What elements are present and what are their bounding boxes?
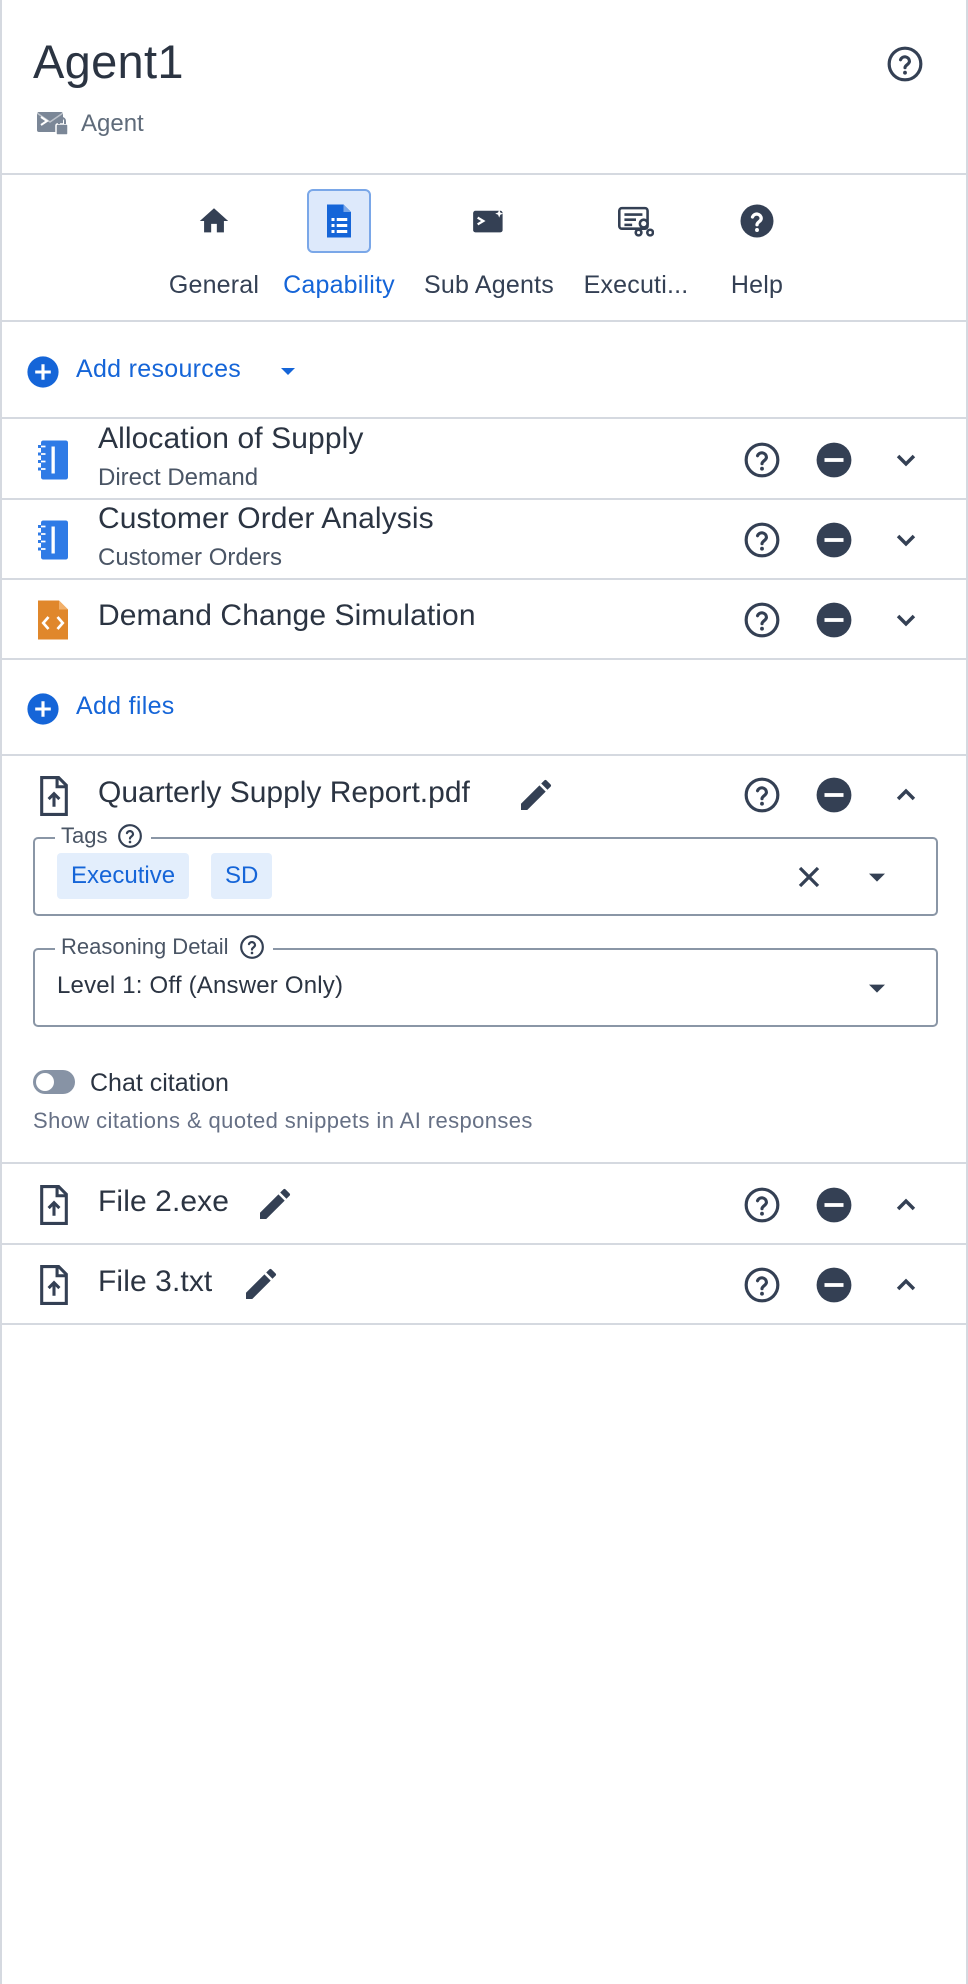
tab-help[interactable]: Help [692, 189, 822, 309]
file-item-expanded: Quarterly Supply Report.pdf Tags Executi… [2, 756, 966, 1164]
tab-general[interactable]: General [149, 189, 279, 309]
add-resources-label: Add resources [76, 355, 242, 383]
help-filled-icon [739, 203, 775, 239]
agent-icon [472, 207, 506, 235]
file-upload-icon [38, 776, 70, 816]
document-list-icon [324, 203, 354, 239]
resource-title: Allocation of Supply [98, 422, 364, 455]
resource-title: Demand Change Simulation [98, 599, 476, 632]
tab-execution[interactable]: Executi... [571, 189, 701, 309]
home-icon [197, 204, 231, 238]
file-row[interactable]: File 2.exe [2, 1165, 966, 1245]
code-file-icon [36, 599, 70, 641]
tab-label: Sub Agents [424, 271, 554, 299]
resource-row[interactable]: Demand Change Simulation [2, 580, 966, 660]
help-circle-icon[interactable] [239, 934, 265, 960]
chevron-down-icon[interactable] [887, 441, 925, 479]
execution-icon [618, 205, 654, 237]
reasoning-detail-select[interactable]: Reasoning Detail Level 1: Off (Answer On… [33, 934, 938, 1027]
add-files-button[interactable]: Add files [2, 660, 966, 756]
add-circle-icon [26, 355, 60, 389]
tab-label: Capability [283, 271, 395, 299]
file-upload-icon [38, 1265, 70, 1305]
tab-label: Help [730, 271, 784, 299]
page-subtitle: Agent [81, 110, 144, 137]
reasoning-label: Reasoning Detail [61, 934, 229, 959]
tab-sub-agents[interactable]: Sub Agents [424, 189, 554, 309]
chevron-up-icon[interactable] [887, 776, 925, 814]
file-row[interactable]: File 3.txt [2, 1245, 966, 1325]
tags-field[interactable]: Tags Executive SD [33, 823, 938, 916]
chevron-down-icon[interactable] [887, 521, 925, 559]
notebook-icon [36, 439, 70, 481]
chat-citation-label: Chat citation [90, 1069, 229, 1097]
chevron-down-icon[interactable] [887, 601, 925, 639]
tab-bar: General Capability Sub Agents Executi...… [2, 177, 966, 322]
page-title: Agent1 [33, 35, 184, 88]
help-circle-icon[interactable] [743, 441, 781, 479]
edit-icon[interactable] [241, 1264, 281, 1304]
chat-citation-toggle[interactable] [33, 1070, 75, 1094]
help-circle-icon[interactable] [743, 1186, 781, 1224]
chevron-up-icon[interactable] [887, 1266, 925, 1304]
reasoning-value: Level 1: Off (Answer Only) [57, 972, 344, 999]
add-circle-icon [26, 692, 60, 726]
notebook-icon [36, 519, 70, 561]
resource-subtitle: Direct Demand [98, 464, 259, 491]
chevron-down-icon[interactable] [861, 972, 893, 1004]
remove-icon[interactable] [815, 441, 853, 479]
resource-subtitle: Customer Orders [98, 544, 283, 571]
panel-header: Agent1 Agent [2, 0, 966, 175]
tag-chip[interactable]: Executive [57, 853, 190, 899]
chat-citation-description: Show citations & quoted snippets in AI r… [33, 1108, 533, 1133]
add-resources-button[interactable]: Add resources [2, 323, 966, 419]
remove-icon[interactable] [815, 1266, 853, 1304]
agent-icon [36, 109, 70, 139]
tags-legend: Tags [55, 823, 152, 849]
reasoning-legend: Reasoning Detail [55, 934, 273, 960]
tags-label: Tags [61, 823, 108, 848]
help-circle-icon[interactable] [117, 823, 143, 849]
resource-title: Customer Order Analysis [98, 502, 434, 535]
edit-icon[interactable] [255, 1184, 295, 1224]
remove-icon[interactable] [815, 601, 853, 639]
file-upload-icon [38, 1185, 70, 1225]
help-circle-icon[interactable] [743, 1266, 781, 1304]
tag-chip[interactable]: SD [211, 853, 273, 899]
help-circle-icon[interactable] [743, 521, 781, 559]
resource-row[interactable]: Allocation of Supply Direct Demand [2, 420, 966, 500]
tab-label: General [168, 271, 260, 299]
clear-icon[interactable] [791, 859, 827, 895]
agent-panel: Agent1 Agent General Capability Sub Agen… [0, 0, 968, 1984]
remove-icon[interactable] [815, 1186, 853, 1224]
tab-capability[interactable]: Capability [274, 189, 404, 309]
chevron-down-icon[interactable] [276, 359, 300, 383]
file-name: Quarterly Supply Report.pdf [98, 776, 470, 809]
file-name: File 2.exe [98, 1185, 230, 1218]
resource-row[interactable]: Customer Order Analysis Customer Orders [2, 500, 966, 580]
help-circle-icon[interactable] [743, 776, 781, 814]
chevron-up-icon[interactable] [887, 1186, 925, 1224]
help-circle-icon[interactable] [743, 601, 781, 639]
remove-icon[interactable] [815, 521, 853, 559]
edit-icon[interactable] [516, 775, 556, 815]
chevron-down-icon[interactable] [861, 861, 893, 893]
tab-label: Executi... [583, 271, 689, 299]
remove-icon[interactable] [815, 776, 853, 814]
help-circle-icon[interactable] [886, 45, 924, 83]
add-files-label: Add files [76, 692, 175, 720]
file-name: File 3.txt [98, 1265, 213, 1298]
toggle-knob [36, 1073, 54, 1091]
